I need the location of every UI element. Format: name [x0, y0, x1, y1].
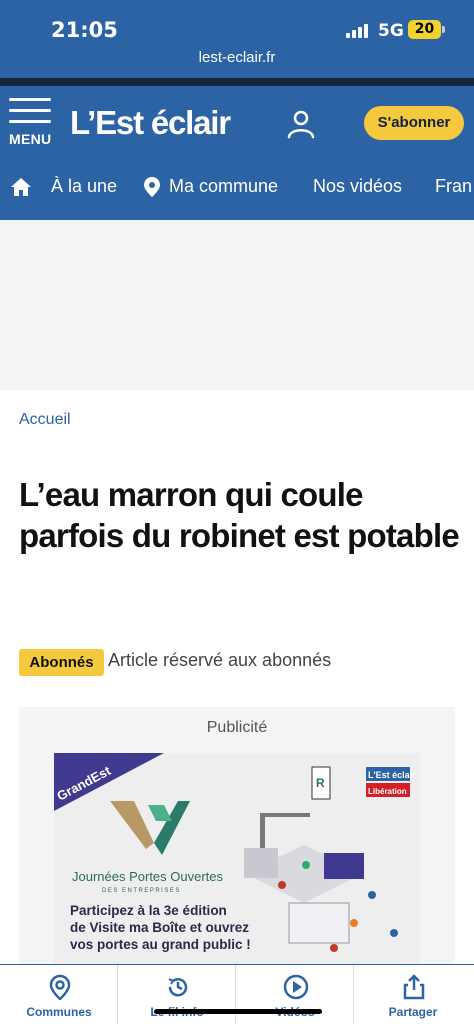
ad-line-2: de Visite ma Boîte et ouvrez — [70, 920, 249, 935]
battery-icon: 20 — [408, 20, 441, 39]
svg-text:R: R — [316, 776, 325, 790]
battery-tip — [442, 26, 445, 33]
article-title: L’eau marron qui coule parfois du robine… — [19, 476, 460, 554]
location-pin-icon — [144, 177, 160, 197]
ad-event-sub: DES ENTREPRISES — [102, 888, 181, 894]
status-time: 21:05 — [51, 18, 118, 42]
ad-partner-1: L'Est éclair — [368, 770, 416, 780]
tab-fil-info[interactable]: Le fil info — [118, 965, 236, 1024]
nav-item-nos-videos[interactable]: Nos vidéos — [313, 176, 402, 197]
bottom-tab-bar: Communes Le fil info Vidéos Partager — [0, 964, 474, 1024]
tab-communes[interactable]: Communes — [0, 965, 118, 1024]
home-indicator — [154, 1009, 322, 1014]
url-bar[interactable]: lest-eclair.fr — [0, 49, 474, 66]
menu-button[interactable]: MENU — [7, 98, 53, 148]
play-circle-icon — [283, 974, 309, 1000]
share-icon — [403, 974, 425, 1000]
signal-icon — [346, 24, 372, 38]
tab-label: Communes — [26, 1005, 92, 1019]
nav-item-france[interactable]: Fran — [435, 176, 472, 197]
site-logo[interactable]: L’Est éclair — [70, 104, 231, 142]
status-bar: 21:05 5G 20 lest-eclair.fr — [0, 0, 474, 78]
tab-share[interactable]: Partager — [354, 965, 474, 1024]
ad-label: Publicité — [206, 719, 268, 736]
ad-line-3: vos portes au grand public ! — [70, 937, 251, 952]
ad-event-title: Journées Portes Ouvertes — [72, 869, 224, 884]
history-clock-icon — [168, 978, 188, 997]
divider — [0, 78, 474, 86]
network-label: 5G — [378, 21, 404, 41]
tab-label: Partager — [388, 1005, 438, 1019]
site-header: MENU L’Est éclair S'abonner À la une Ma … — [0, 86, 474, 220]
ad-banner[interactable]: GrandEst R L'Est éclair Libération Journ… — [54, 753, 420, 967]
user-icon[interactable] — [285, 108, 317, 140]
tab-videos[interactable]: Vidéos — [236, 965, 354, 1024]
ad-partner-2: Libération — [368, 787, 407, 796]
home-icon[interactable] — [10, 176, 32, 198]
subscriber-badge: Abonnés — [19, 649, 104, 676]
nav-item-a-la-une[interactable]: À la une — [51, 176, 117, 197]
subscriber-note: Article réservé aux abonnés — [108, 650, 332, 670]
nav-item-ma-commune[interactable]: Ma commune — [169, 176, 278, 197]
location-pin-icon — [49, 974, 71, 1000]
main-nav: À la une Ma commune Nos vidéos Fran — [0, 174, 474, 204]
breadcrumb[interactable]: Accueil — [19, 411, 71, 429]
ad-block: Publicité GrandEst R L'Est éclair Libéra… — [19, 707, 455, 967]
ad-line-1: Participez à la 3e édition — [70, 903, 227, 918]
subscribe-button[interactable]: S'abonner — [364, 106, 464, 140]
ad-placeholder — [0, 220, 474, 390]
menu-label: MENU — [9, 131, 52, 147]
